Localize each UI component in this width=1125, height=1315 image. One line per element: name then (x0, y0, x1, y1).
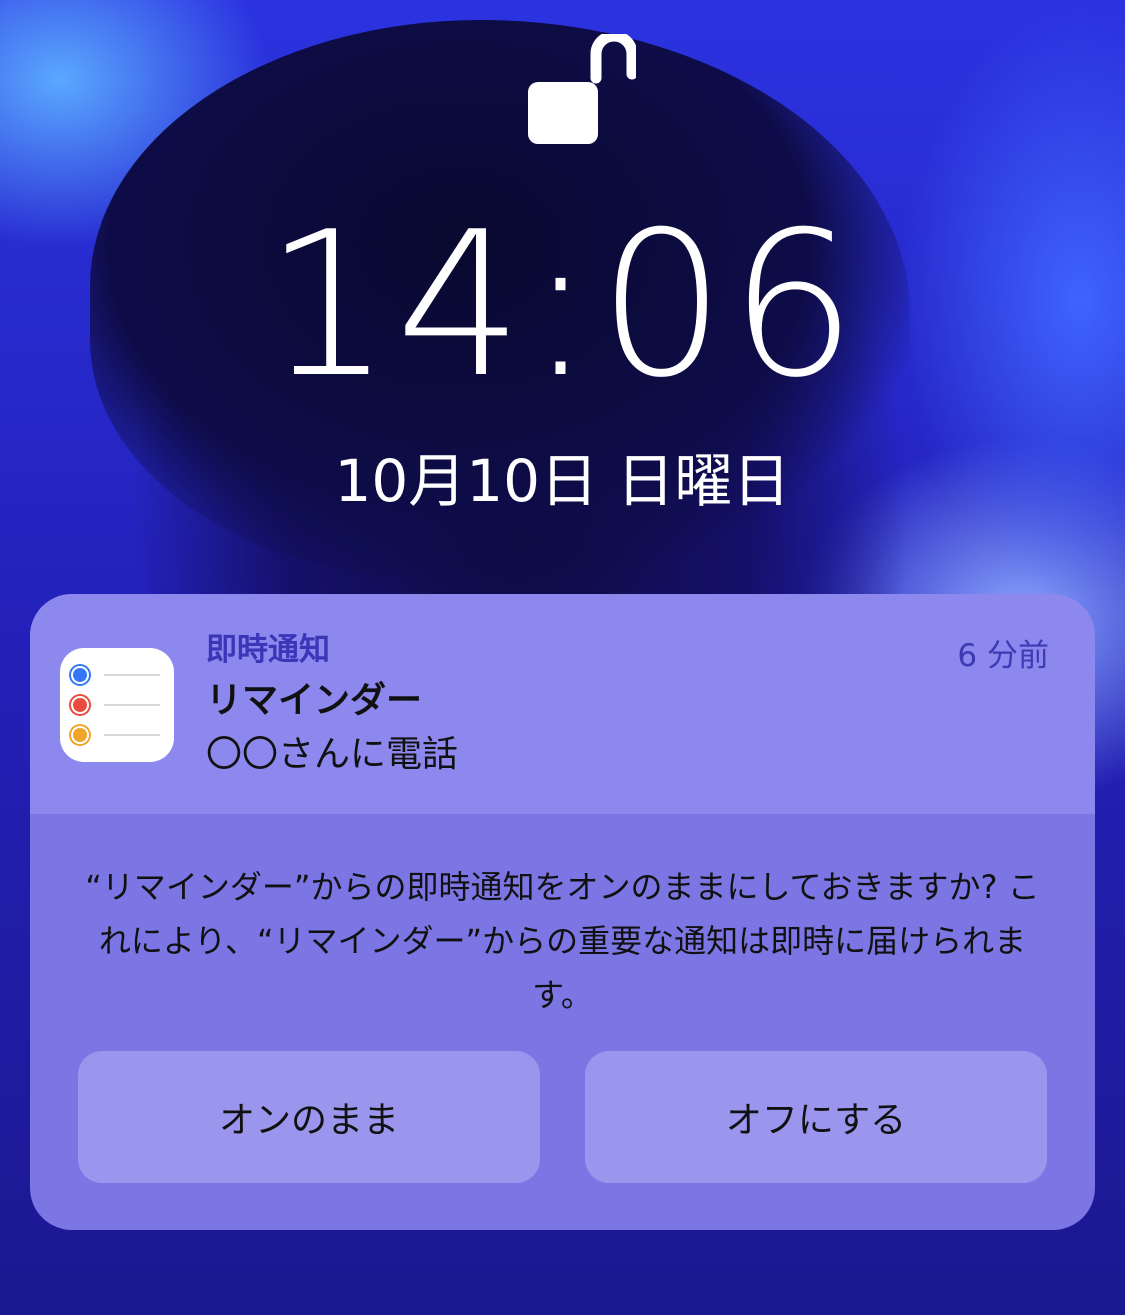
notification-body: 〇〇さんに電話 (206, 734, 459, 775)
orange-dot-icon (73, 728, 87, 742)
lockscreen-date: 10月10日 日曜日 (334, 447, 791, 515)
lockscreen-time: 14:06 (264, 189, 861, 422)
turn-off-button[interactable]: オフにする (585, 1051, 1047, 1183)
notification-header[interactable]: 即時通知 6 分前 リマインダー 〇〇さんに電話 (30, 594, 1095, 814)
red-dot-icon (73, 698, 87, 712)
unlock-icon (528, 34, 636, 144)
notification-time-ago: 6 分前 (957, 638, 1049, 674)
notification-prompt-text: “リマインダー”からの即時通知をオンのままにしておきますか? これにより、“リマ… (85, 868, 1040, 1014)
notification-app-name: 即時通知 (206, 632, 330, 668)
list-line (104, 734, 160, 736)
list-line (104, 674, 160, 676)
keep-on-button[interactable]: オンのまま (78, 1051, 540, 1183)
notification-card[interactable]: 即時通知 6 分前 リマインダー 〇〇さんに電話 “リマインダー”からの即時通知… (30, 594, 1095, 1230)
list-line (104, 704, 160, 706)
blue-dot-icon (73, 668, 87, 682)
notification-title: リマインダー (206, 680, 423, 721)
reminders-app-icon (60, 648, 174, 762)
